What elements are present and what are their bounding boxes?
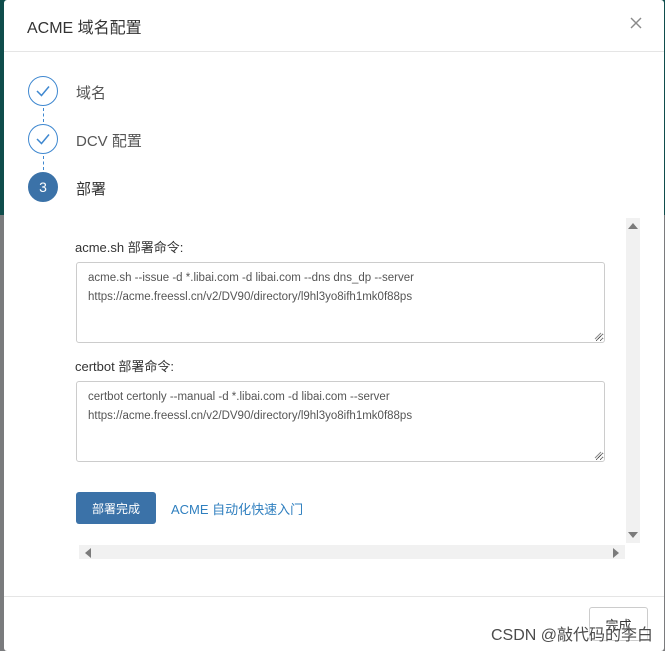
step-label: 域名 (76, 85, 107, 102)
dialog-header: ACME 域名配置 (4, 0, 664, 52)
watermark: CSDN @敲代码的李白 (490, 627, 653, 644)
step-number-badge: 3 (28, 172, 58, 202)
step-label: 部署 (76, 181, 107, 198)
checkmark-icon (28, 124, 58, 154)
horizontal-scrollbar[interactable] (79, 545, 625, 559)
resize-grip-icon[interactable] (594, 451, 602, 459)
step-label: DCV 配置 (76, 133, 142, 150)
acme-config-dialog: ACME 域名配置 域名 DCV 配置 3 部署 acme.sh 部署命令: a… (4, 0, 664, 651)
command-line: acme.sh --issue -d *.libai.com -d libai.… (88, 272, 414, 284)
dialog-title: ACME 域名配置 (27, 20, 142, 37)
scroll-left-icon[interactable] (85, 548, 91, 558)
acme-sh-label: acme.sh 部署命令: (75, 240, 184, 255)
certbot-command-textarea[interactable]: certbot certonly --manual -d *.libai.com… (76, 381, 605, 462)
acme-sh-command-textarea[interactable]: acme.sh --issue -d *.libai.com -d libai.… (76, 262, 605, 343)
scroll-up-icon[interactable] (628, 223, 638, 229)
scroll-right-icon[interactable] (613, 548, 619, 558)
acme-guide-link[interactable]: ACME 自动化快速入门 (171, 499, 303, 518)
step-deploy: 3 部署 (28, 172, 328, 206)
command-line: https://acme.freessl.cn/v2/DV90/director… (88, 410, 413, 422)
step-dcv: DCV 配置 (28, 124, 328, 158)
scroll-down-icon[interactable] (628, 532, 638, 538)
deploy-done-button[interactable]: 部署完成 (76, 492, 156, 524)
step-indicator: 域名 DCV 配置 3 部署 (28, 76, 328, 211)
resize-grip-icon[interactable] (594, 332, 602, 340)
step-connector (43, 108, 44, 122)
step-connector (43, 156, 44, 170)
command-line: https://acme.freessl.cn/v2/DV90/director… (88, 291, 413, 303)
close-icon[interactable] (627, 14, 645, 32)
certbot-label: certbot 部署命令: (75, 359, 174, 374)
command-line: certbot certonly --manual -d *.libai.com… (88, 391, 390, 403)
vertical-scrollbar[interactable] (626, 218, 640, 543)
checkmark-icon (28, 76, 58, 106)
step-domain: 域名 (28, 76, 328, 110)
